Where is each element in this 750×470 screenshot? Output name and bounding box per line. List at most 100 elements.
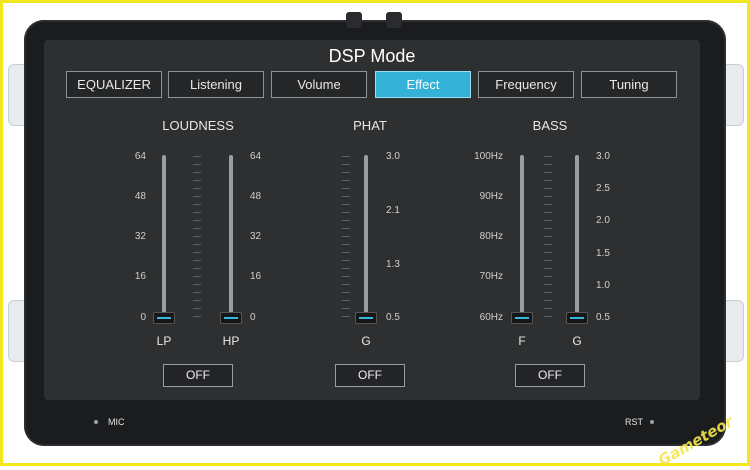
guide-tick — [342, 260, 350, 261]
guide-tick — [342, 220, 350, 221]
guide-tick — [342, 236, 350, 237]
loudness-right-tick: 48 — [250, 191, 262, 202]
guide-tick — [342, 228, 350, 229]
lp-label: LP — [156, 334, 172, 348]
tab-equalizer[interactable]: EQUALIZER — [66, 71, 162, 98]
guide-tick — [342, 284, 350, 285]
loudness-right-tick: 64 — [250, 151, 262, 162]
guide-tick — [544, 252, 552, 253]
phat-tick: 0.5 — [386, 312, 400, 323]
guide-tick — [193, 172, 201, 173]
tab-tuning[interactable]: Tuning — [581, 71, 677, 98]
loudness-right-tick: 16 — [250, 271, 262, 282]
guide-tick — [544, 244, 552, 245]
guide-tick — [193, 188, 201, 189]
guide-tick — [193, 180, 201, 181]
phat-tick: 1.3 — [386, 259, 400, 270]
bass-left-tick: 70Hz — [479, 271, 503, 282]
tab-frequency[interactable]: Frequency — [478, 71, 574, 98]
tab-volume[interactable]: Volume — [271, 71, 367, 98]
guide-tick — [544, 172, 552, 173]
guide-tick — [193, 164, 201, 165]
guide-tick — [193, 284, 201, 285]
guide-tick — [544, 180, 552, 181]
bass-right-tick: 2.0 — [596, 215, 610, 226]
loudness-right-tick: 0 — [250, 312, 256, 323]
guide-tick — [544, 292, 552, 293]
bass-f-slider-track[interactable] — [520, 155, 524, 321]
guide-tick — [544, 220, 552, 221]
guide-tick — [544, 188, 552, 189]
bass-off-button[interactable]: OFF — [515, 364, 585, 387]
guide-tick — [342, 292, 350, 293]
phat-off-button[interactable]: OFF — [335, 364, 405, 387]
bass-left-tick: 90Hz — [479, 191, 503, 202]
guide-tick — [342, 212, 350, 213]
guide-tick — [193, 244, 201, 245]
guide-tick — [544, 164, 552, 165]
guide-tick — [342, 244, 350, 245]
guide-tick — [544, 204, 552, 205]
guide-tick — [544, 316, 552, 317]
guide-tick — [193, 236, 201, 237]
bass-right-tick: 0.5 — [596, 312, 610, 323]
tab-effect[interactable]: Effect — [375, 71, 471, 98]
guide-tick — [544, 236, 552, 237]
bass-g-slider-knob[interactable] — [566, 312, 588, 324]
phat-title: PHAT — [353, 118, 387, 133]
guide-tick — [342, 180, 350, 181]
rst-label: RST — [625, 417, 643, 427]
guide-tick — [193, 268, 201, 269]
reset-button[interactable] — [650, 420, 654, 424]
guide-tick — [342, 156, 350, 157]
hp-slider-knob[interactable] — [220, 312, 242, 324]
guide-tick — [193, 220, 201, 221]
lp-slider-knob[interactable] — [153, 312, 175, 324]
guide-tick — [544, 228, 552, 229]
mic-label: MIC — [108, 417, 125, 427]
loudness-left-tick: 48 — [134, 191, 146, 202]
guide-tick — [544, 156, 552, 157]
phat-tick: 2.1 — [386, 205, 400, 216]
guide-tick — [342, 196, 350, 197]
loudness-off-button[interactable]: OFF — [163, 364, 233, 387]
bass-f-label: F — [518, 334, 526, 348]
dsp-screen: DSP Mode EQUALIZER Listening Volume Effe… — [44, 40, 700, 400]
phat-g-slider-track[interactable] — [364, 155, 368, 321]
guide-tick — [193, 292, 201, 293]
phat-g-label: G — [361, 334, 371, 348]
loudness-left-tick: 0 — [140, 312, 146, 323]
hp-label: HP — [222, 334, 240, 348]
guide-tick — [193, 316, 201, 317]
tab-listening[interactable]: Listening — [168, 71, 264, 98]
bass-title: BASS — [532, 118, 568, 133]
guide-tick — [342, 300, 350, 301]
bass-right-tick: 2.5 — [596, 183, 610, 194]
guide-tick — [342, 188, 350, 189]
page-title: DSP Mode — [328, 46, 416, 66]
bass-left-tick: 80Hz — [479, 231, 503, 242]
mic-hole — [94, 420, 98, 424]
guide-tick — [342, 276, 350, 277]
guide-tick — [544, 308, 552, 309]
lp-slider-track[interactable] — [162, 155, 166, 321]
guide-tick — [544, 260, 552, 261]
guide-tick — [544, 300, 552, 301]
guide-tick — [193, 252, 201, 253]
guide-tick — [544, 212, 552, 213]
guide-tick — [193, 156, 201, 157]
top-clip-left — [346, 12, 362, 28]
guide-tick — [193, 228, 201, 229]
phat-g-slider-knob[interactable] — [355, 312, 377, 324]
hp-slider-track[interactable] — [229, 155, 233, 321]
guide-tick — [193, 204, 201, 205]
guide-tick — [193, 276, 201, 277]
guide-tick — [342, 316, 350, 317]
guide-tick — [193, 260, 201, 261]
bass-right-tick: 1.0 — [596, 280, 610, 291]
loudness-left-tick: 32 — [134, 231, 146, 242]
bass-f-slider-knob[interactable] — [511, 312, 533, 324]
bass-g-slider-track[interactable] — [575, 155, 579, 321]
loudness-left-tick: 16 — [134, 271, 146, 282]
loudness-title: LOUDNESS — [162, 118, 234, 133]
